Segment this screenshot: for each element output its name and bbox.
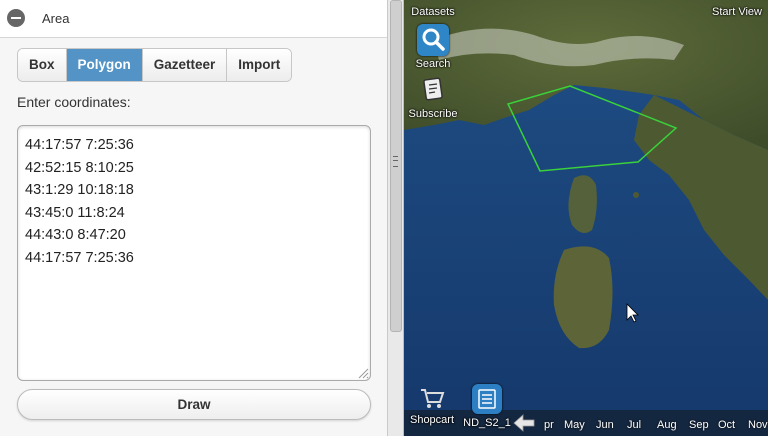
subscribe-button[interactable]: Subscribe: [406, 76, 460, 120]
coordinate-line: 44:17:57 7:25:36: [25, 137, 134, 153]
list-icon: [472, 384, 502, 414]
tab-import[interactable]: Import: [227, 49, 292, 81]
coordinates-label: Enter coordinates:: [17, 94, 131, 110]
subscribe-label: Subscribe: [408, 108, 458, 120]
tab-polygon[interactable]: Polygon: [66, 49, 143, 81]
start-view-label: Start View: [712, 6, 762, 18]
datasets-button[interactable]: Datasets: [408, 6, 458, 18]
panel-header: Area: [0, 0, 387, 38]
month-label[interactable]: pr: [544, 419, 554, 431]
tab-gazetteer[interactable]: Gazetteer: [142, 49, 228, 81]
search-label: Search: [415, 58, 451, 70]
month-label[interactable]: Nov: [748, 419, 768, 431]
shopcart-icon: [418, 386, 446, 410]
satellite-map: [404, 0, 768, 436]
month-label[interactable]: Aug: [657, 419, 677, 431]
area-mode-tabs: Box Polygon Gazetteer Import: [17, 48, 293, 82]
splitter-handle-icon[interactable]: [393, 156, 398, 167]
resize-grip-icon[interactable]: [357, 367, 369, 379]
month-label[interactable]: Sep: [689, 419, 709, 431]
area-panel: Area Box Polygon Gazetteer Import Enter …: [0, 0, 388, 436]
month-label[interactable]: May: [564, 419, 585, 431]
month-label[interactable]: Jul: [627, 419, 641, 431]
panel-scrollbar[interactable]: [388, 0, 404, 436]
timeline-months: pr May Jun Jul Aug Sep Oct Nov: [404, 414, 768, 434]
subscribe-icon: [419, 76, 447, 104]
start-view-button[interactable]: Start View: [704, 6, 768, 18]
coordinate-line: 44:43:0 8:47:20: [25, 227, 126, 243]
coordinate-line: 42:52:15 8:10:25: [25, 159, 134, 176]
datasets-label: Datasets: [411, 6, 455, 18]
draw-button[interactable]: Draw: [17, 389, 371, 420]
panel-title: Area: [42, 11, 70, 26]
coordinates-textarea[interactable]: 44:17:57 7:25:36 42:52:15 8:10:25 43:1:2…: [17, 125, 371, 381]
map-view[interactable]: Datasets Search Subscribe Start View Sho…: [404, 0, 768, 436]
coordinate-line: 43:45:0 11:8:24: [25, 204, 125, 221]
coordinate-line: 43:1:29 10:18:18: [25, 182, 134, 198]
search-button[interactable]: Search: [410, 24, 456, 70]
tab-box[interactable]: Box: [18, 49, 67, 81]
search-icon: [417, 24, 449, 56]
month-label[interactable]: Oct: [718, 419, 735, 431]
month-label[interactable]: Jun: [596, 419, 614, 431]
coordinate-line: 44:17:57 7:25:36: [25, 249, 134, 266]
collapse-icon[interactable]: [7, 9, 25, 27]
